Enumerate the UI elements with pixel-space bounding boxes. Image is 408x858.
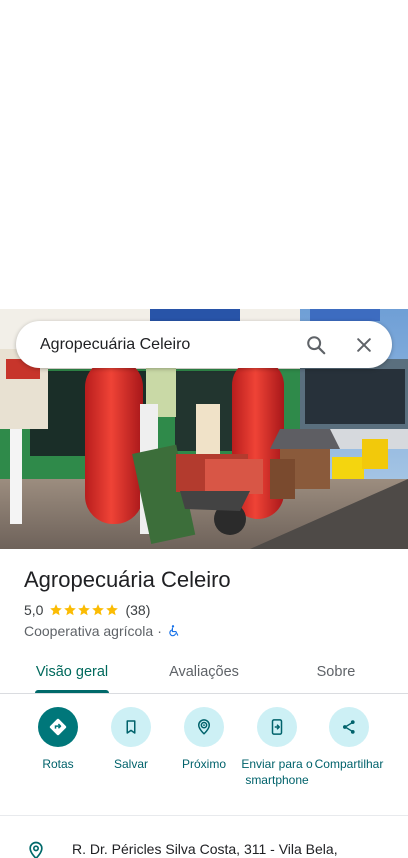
nearby-button[interactable]: Próximo bbox=[165, 707, 243, 772]
star-icon bbox=[106, 604, 119, 616]
directions-icon bbox=[49, 718, 67, 736]
tab-overview[interactable]: Visão geral bbox=[22, 650, 122, 693]
save-button-circle[interactable] bbox=[111, 707, 151, 747]
place-title: Agropecuária Celeiro bbox=[24, 567, 231, 592]
rating-stars bbox=[49, 603, 119, 617]
share-icon bbox=[343, 720, 355, 734]
section-divider bbox=[0, 815, 408, 816]
bookmark-icon bbox=[126, 720, 136, 734]
search-bar[interactable]: Agropecuária Celeiro bbox=[16, 321, 392, 368]
share-button-circle[interactable] bbox=[329, 707, 369, 747]
review-count: (38) bbox=[125, 602, 151, 618]
wheelchair-icon bbox=[169, 625, 179, 637]
search-button[interactable] bbox=[292, 321, 340, 368]
place-category: Cooperativa agrícola bbox=[24, 623, 154, 639]
share-button[interactable]: Compartilhar bbox=[310, 707, 388, 772]
directions-label: Rotas bbox=[42, 757, 74, 771]
tab-reviews[interactable]: Avaliações bbox=[154, 650, 254, 693]
address-text: R. Dr. Péricles Silva Costa, 311 - Vila … bbox=[72, 841, 338, 857]
rating-row[interactable]: 5,0 (38) bbox=[24, 601, 150, 619]
star-icon bbox=[78, 604, 91, 616]
close-button[interactable] bbox=[340, 321, 388, 368]
action-bar: Rotas Salvar Próximo Enviar para o smart… bbox=[0, 707, 408, 807]
star-icon bbox=[92, 604, 105, 616]
search-input[interactable]: Agropecuária Celeiro bbox=[16, 336, 292, 354]
location-pin-icon bbox=[29, 841, 43, 858]
star-icon bbox=[50, 604, 63, 616]
send-to-phone-icon bbox=[271, 719, 283, 735]
directions-button-circle[interactable] bbox=[38, 707, 78, 747]
active-tab-indicator bbox=[35, 690, 109, 693]
tab-bar: Visão geral Avaliações Sobre bbox=[0, 650, 408, 694]
directions-button[interactable]: Rotas bbox=[19, 707, 97, 772]
share-label: Compartilhar bbox=[314, 757, 384, 771]
map-area bbox=[0, 0, 408, 309]
save-button[interactable]: Salvar bbox=[92, 707, 170, 772]
send-to-phone-button-circle[interactable] bbox=[257, 707, 297, 747]
save-label: Salvar bbox=[113, 757, 148, 771]
category-row: Cooperativa agrícola · bbox=[24, 622, 180, 640]
search-icon bbox=[307, 335, 326, 354]
nearby-icon bbox=[197, 719, 211, 735]
tab-about[interactable]: Sobre bbox=[286, 650, 386, 693]
rating-value: 5,0 bbox=[24, 602, 44, 618]
send-to-phone-label: Enviar para o smartphone bbox=[241, 757, 313, 787]
star-icon bbox=[64, 604, 77, 616]
close-icon bbox=[357, 337, 371, 352]
separator-dot: · bbox=[157, 623, 162, 639]
send-to-phone-button[interactable]: Enviar para o smartphone bbox=[238, 707, 316, 788]
address-row[interactable]: R. Dr. Péricles Silva Costa, 311 - Vila … bbox=[0, 836, 408, 858]
nearby-button-circle[interactable] bbox=[184, 707, 224, 747]
nearby-label: Próximo bbox=[181, 757, 226, 771]
